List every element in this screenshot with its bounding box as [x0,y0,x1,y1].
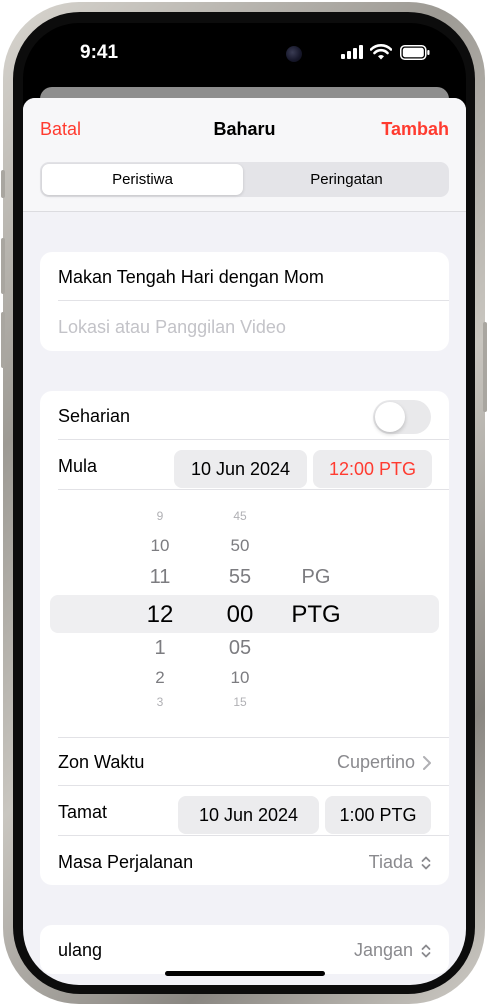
event-type-segmented-control: Peristiwa Peringatan [40,162,449,197]
end-label: Tamat [58,802,108,822]
end-date-pill[interactable]: 10 Jun 2024 [178,796,319,834]
start-label: Mula [58,456,98,476]
timezone-row[interactable]: Zon Waktu Cupertino [58,737,449,786]
picker-hour: 11 [149,566,171,588]
timezone-value-text: Cupertino [336,752,415,772]
travel-time-label: Masa Perjalanan [58,852,194,872]
all-day-row: Seharian [58,391,449,440]
travel-time-row[interactable]: Masa Perjalanan Tiada [58,837,449,886]
end-time-pill[interactable]: 1:00 PTG [325,796,431,834]
start-time-pill[interactable]: 12:00 PTG [313,450,432,488]
picker-minute: 50 [230,536,250,555]
location-field[interactable]: Lokasi atau Panggilan Video [58,302,449,351]
all-day-label: Seharian [58,406,131,426]
picker-hour: 1 [154,637,166,659]
battery-icon [400,45,430,60]
screen: 9:41 Batal Baharu Tambah Peristiwa Perin… [23,23,466,985]
picker-hour: 2 [155,668,165,687]
picker-hour: 10 [150,536,170,555]
side-button [483,322,487,412]
chevron-right-icon [423,755,431,770]
picker-minute: 05 [228,637,252,659]
start-date-pill[interactable]: 10 Jun 2024 [174,450,307,488]
datetime-card: Seharian Mula 10 Jun 2024 12:00 PTG 9 10… [40,391,449,885]
volume-down-button [1,312,5,368]
repeat-value: Jangan [354,940,431,961]
picker-hour: 3 [156,695,164,709]
home-indicator[interactable] [165,971,325,976]
wifi-icon [370,44,392,60]
event-title-text: Makan Tengah Hari dengan Mom [58,267,324,287]
segment-reminder[interactable]: Peringatan [246,164,447,195]
add-button[interactable]: Tambah [381,119,449,140]
location-placeholder: Lokasi atau Panggilan Video [58,317,286,337]
title-field[interactable]: Makan Tengah Hari dengan Mom [58,252,449,301]
picker-minute: 10 [230,668,250,687]
all-day-toggle[interactable] [373,400,431,434]
picker-minute-selected: 00 [226,601,254,628]
sheet-header: Batal Baharu Tambah Peristiwa Peringatan [23,98,466,212]
status-time: 9:41 [80,42,119,63]
timezone-label: Zon Waktu [58,752,145,772]
picker-period-selected: PTG [291,601,341,628]
repeat-label: ulang [58,940,103,960]
repeat-card: ulang Jangan [40,925,449,974]
action-button [1,170,5,198]
picker-period: PG [301,566,331,588]
start-row: Mula 10 Jun 2024 12:00 PTG [58,441,449,490]
repeat-row[interactable]: ulang Jangan [58,925,449,974]
chevron-up-down-icon [421,944,431,957]
picker-minute: 55 [228,566,252,588]
status-bar: 9:41 [23,23,466,83]
chevron-up-down-icon [421,856,431,869]
details-card: Makan Tengah Hari dengan Mom Lokasi atau… [40,252,449,351]
travel-time-value-text: Tiada [368,852,413,872]
travel-time-value: Tiada [369,852,431,873]
front-camera [286,46,302,62]
repeat-value-text: Jangan [353,940,413,960]
time-picker-wheel[interactable]: 9 10 11 12 1 2 3 45 50 55 00 05 10 15 PG… [40,490,449,730]
picker-hour: 9 [156,509,164,523]
picker-minute: 15 [233,695,247,709]
picker-hour-selected: 12 [146,601,174,628]
picker-minute: 45 [233,509,247,523]
timezone-value: Cupertino [337,752,431,773]
segment-event[interactable]: Peristiwa [42,164,243,195]
volume-up-button [1,238,5,294]
new-event-sheet: Batal Baharu Tambah Peristiwa Peringatan… [23,98,466,985]
end-row: Tamat 10 Jun 2024 1:00 PTG [58,787,449,836]
cellular-signal-icon [341,45,363,59]
